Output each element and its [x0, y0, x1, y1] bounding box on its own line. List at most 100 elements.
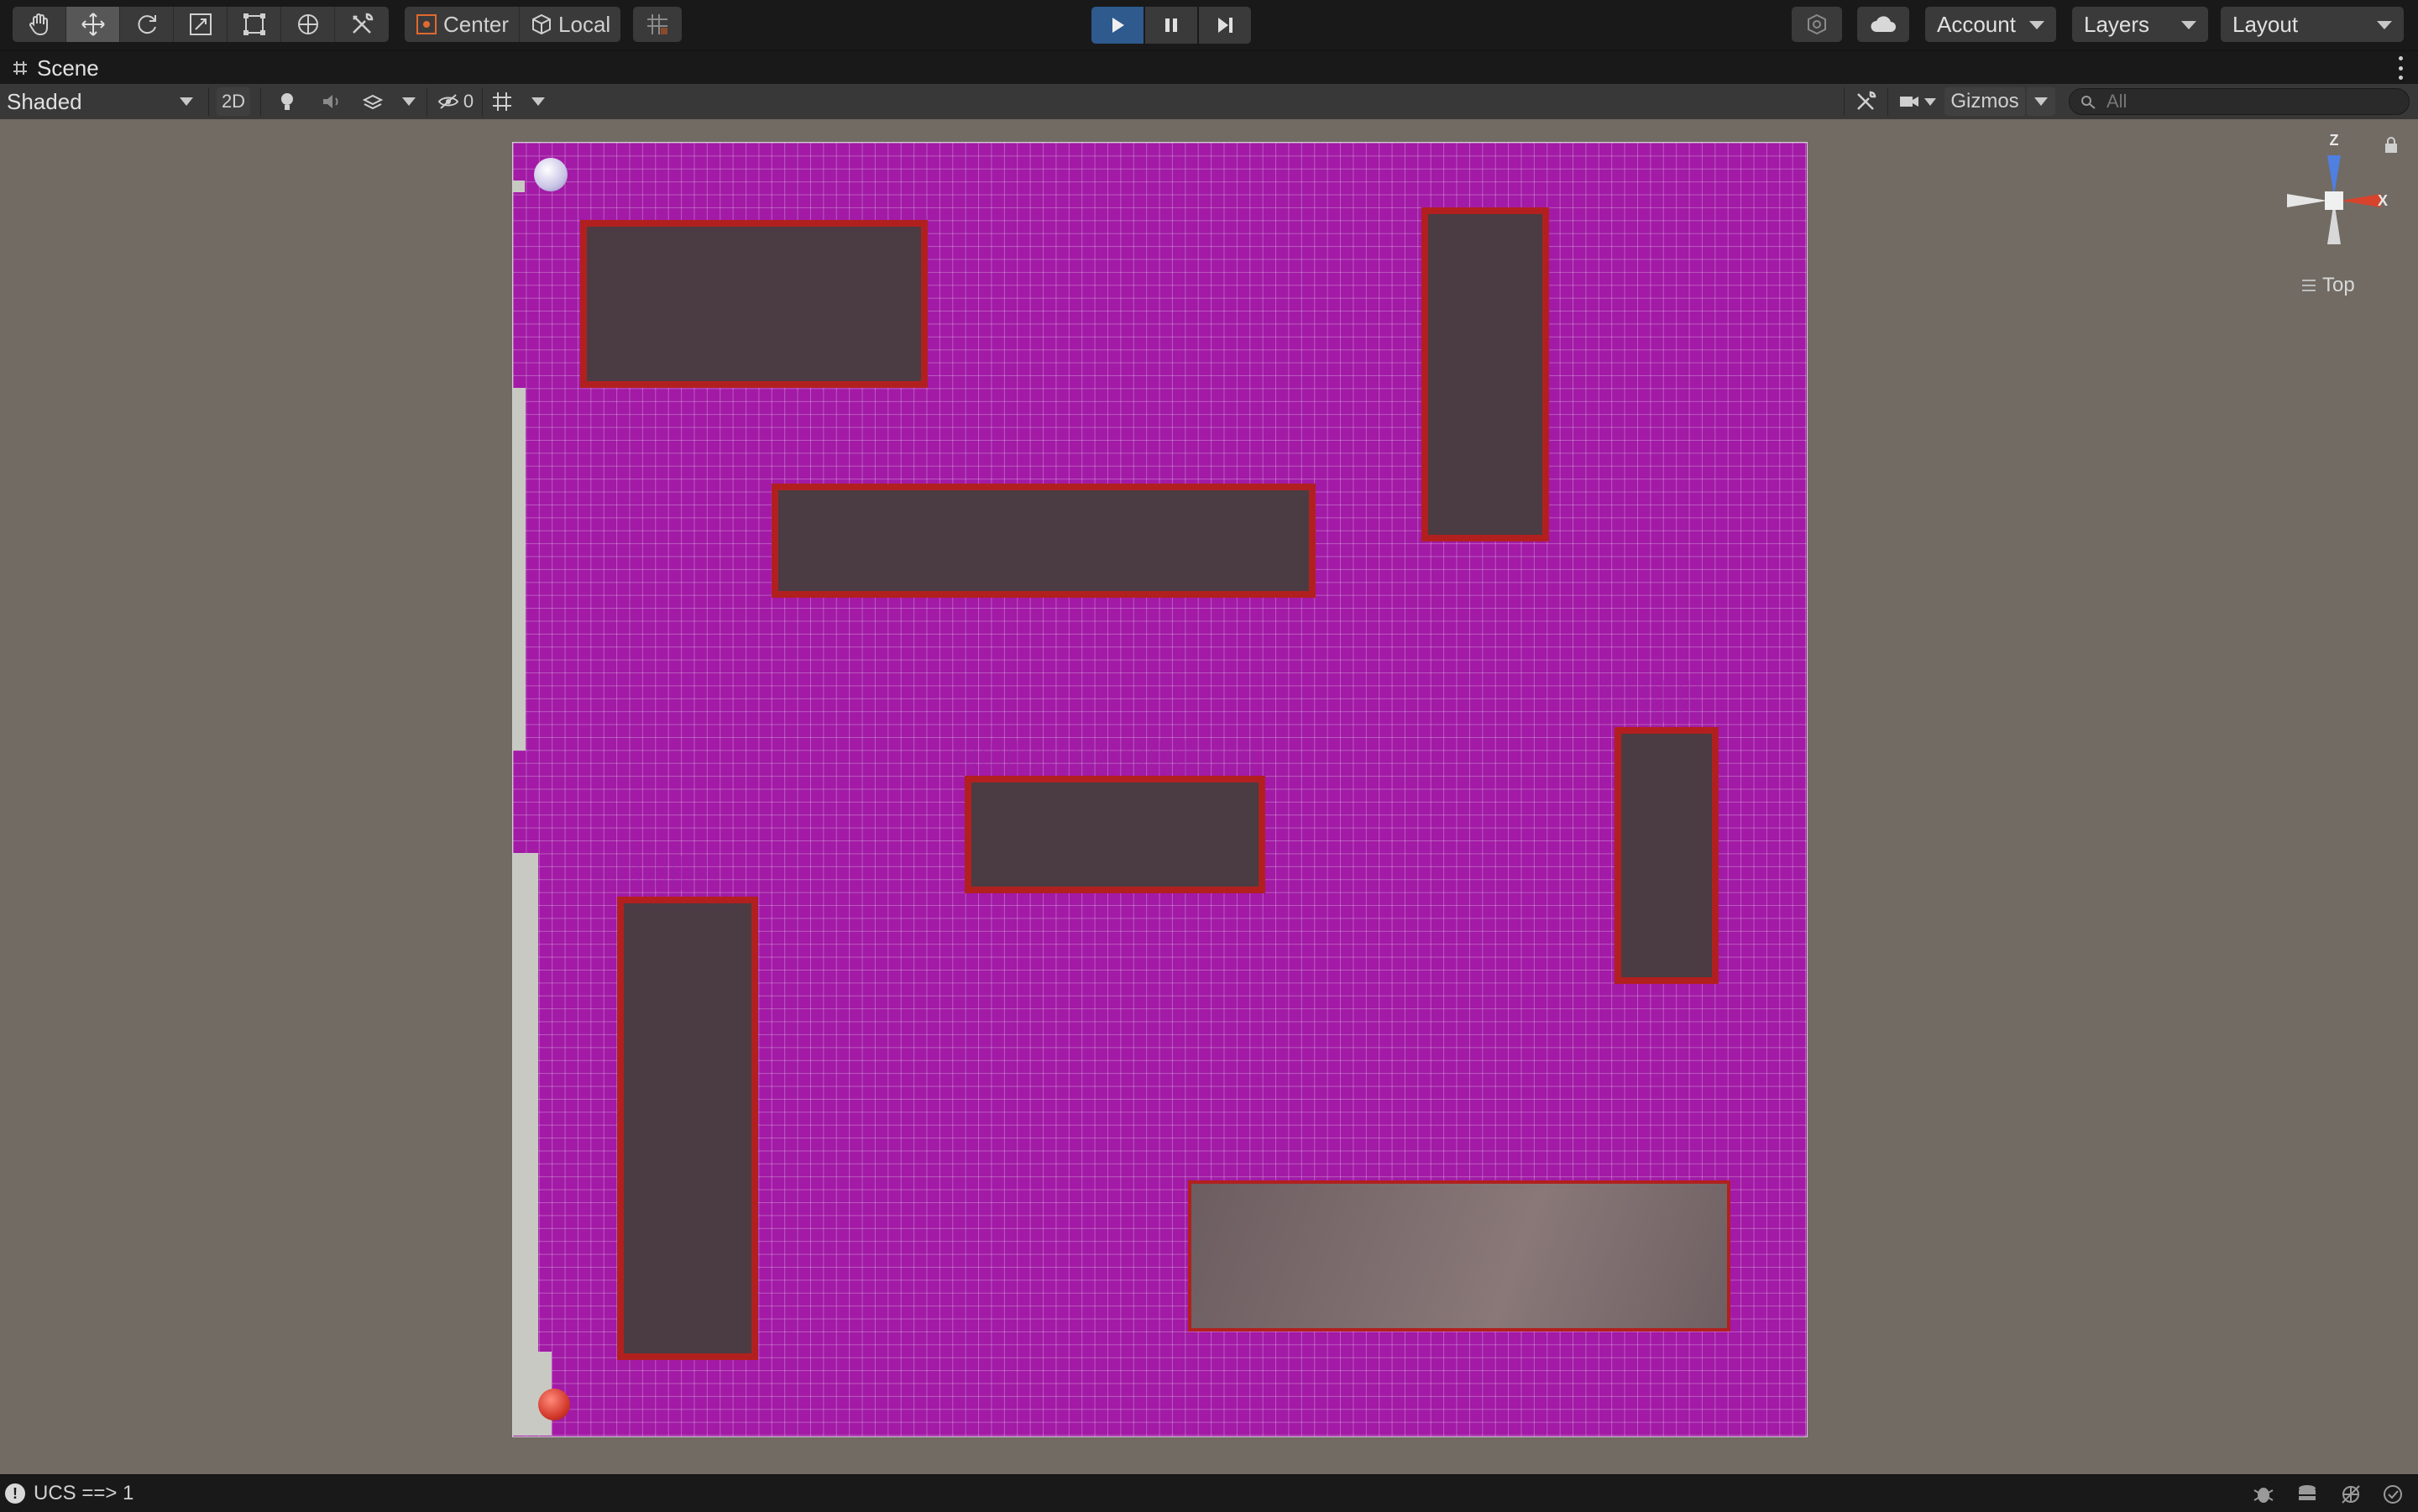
- cube-local-icon: [532, 13, 552, 35]
- hidden-objects-toggle[interactable]: 0: [432, 87, 479, 116]
- grid-dropdown[interactable]: [524, 87, 552, 116]
- camera-dropdown[interactable]: [1923, 87, 1938, 116]
- check-circle-icon[interactable]: [2381, 1483, 2405, 1505]
- custom-tools-button[interactable]: [335, 7, 389, 42]
- start-sphere[interactable]: [534, 158, 568, 191]
- grid-toggle[interactable]: [485, 87, 519, 116]
- gizmo-center-cube[interactable]: [2325, 191, 2343, 210]
- collider-hint: [958, 740, 1260, 776]
- grid-snap-button[interactable]: [633, 7, 682, 42]
- collider-hint: [1596, 680, 1705, 722]
- view-orientation-text: Top: [2322, 274, 2355, 296]
- wall-block-selected[interactable]: [1188, 1180, 1730, 1332]
- scale-tool-button[interactable]: [174, 7, 228, 42]
- play-icon: [1112, 18, 1124, 33]
- shading-mode-dropdown[interactable]: Shaded: [0, 84, 202, 119]
- edge-strip-bottom-left: [513, 853, 538, 1424]
- scene-toolbar: Shaded 2D 0 Gizmos All: [0, 84, 2418, 121]
- tab-scene[interactable]: Scene: [12, 51, 99, 85]
- wall-block[interactable]: [617, 897, 758, 1360]
- info-icon: !: [5, 1483, 25, 1504]
- collider-hint: [597, 856, 723, 890]
- chevron-down-icon: [2029, 21, 2044, 29]
- move-tool-button[interactable]: [66, 7, 120, 42]
- mode-2d-toggle[interactable]: 2D: [217, 87, 250, 116]
- cache-server-icon[interactable]: [2295, 1483, 2319, 1505]
- transform-tool-button[interactable]: [281, 7, 335, 42]
- camera-button[interactable]: [1892, 87, 1926, 116]
- rotate-tool-button[interactable]: [120, 7, 174, 42]
- goal-sphere[interactable]: [538, 1389, 570, 1420]
- cloud-icon: [1871, 16, 1896, 32]
- tab-scene-label: Scene: [37, 55, 99, 81]
- layout-dropdown[interactable]: Layout: [2221, 7, 2404, 42]
- axis-x-cone[interactable]: [2341, 194, 2381, 207]
- step-icon: [1218, 18, 1233, 33]
- collab-button[interactable]: [1792, 7, 1842, 42]
- wall-block[interactable]: [1421, 207, 1549, 541]
- scene-search-input[interactable]: All: [2069, 88, 2410, 115]
- rotate-icon: [137, 15, 156, 34]
- speaker-icon: [323, 95, 338, 108]
- main-toolbar: Center Local Account Layers Layout: [0, 0, 2418, 50]
- wall-block[interactable]: [1615, 727, 1719, 984]
- scene-viewport[interactable]: [0, 119, 2418, 1474]
- pivot-mode-label: Center: [443, 11, 510, 37]
- window-tab-bar: Scene: [0, 50, 2418, 85]
- chevron-down-icon: [531, 97, 545, 106]
- rect-icon: [243, 13, 265, 35]
- wall-block[interactable]: [965, 776, 1265, 893]
- axis-z-label: Z: [2330, 132, 2339, 149]
- audio-toggle[interactable]: [314, 87, 348, 116]
- hand-tool-button[interactable]: [13, 7, 66, 42]
- tab-menu-button[interactable]: [2396, 56, 2405, 80]
- status-message[interactable]: UCS ==> 1: [34, 1482, 133, 1505]
- pivot-center-icon: [416, 14, 437, 34]
- effects-dropdown[interactable]: [395, 87, 423, 116]
- snap-group: [633, 7, 682, 42]
- tools-icon: [353, 13, 374, 34]
- step-button[interactable]: [1199, 7, 1251, 44]
- axis-z-cone[interactable]: [2327, 155, 2341, 196]
- hamburger-icon: [2302, 280, 2316, 291]
- effects-toggle[interactable]: [356, 87, 390, 116]
- wall-block[interactable]: [580, 220, 928, 388]
- rect-tool-button[interactable]: [228, 7, 281, 42]
- transform-icon: [297, 14, 318, 34]
- grid-icon: [493, 92, 511, 111]
- lock-icon[interactable]: [2383, 136, 2400, 154]
- cloud-button[interactable]: [1857, 7, 1909, 42]
- gizmos-dropdown[interactable]: [2027, 87, 2055, 116]
- network-icon[interactable]: [2339, 1483, 2363, 1505]
- gizmos-label: Gizmos: [1950, 90, 2019, 112]
- shading-mode-label: Shaded: [7, 88, 82, 114]
- pivot-rotation-toggle[interactable]: Local: [520, 7, 620, 42]
- pause-button[interactable]: [1145, 7, 1197, 44]
- bug-icon[interactable]: [2252, 1483, 2275, 1505]
- play-button[interactable]: [1091, 7, 1144, 44]
- camera-icon: [1900, 97, 1918, 107]
- hidden-count: 0: [463, 91, 474, 112]
- chevron-down-icon: [2181, 21, 2196, 29]
- wall-block[interactable]: [772, 484, 1316, 598]
- hand-icon: [29, 13, 48, 36]
- pause-icon: [1165, 18, 1177, 32]
- effects-layers-icon: [362, 94, 384, 110]
- lighting-toggle[interactable]: [270, 87, 304, 116]
- mode-2d-label: 2D: [221, 91, 246, 112]
- view-orientation-label[interactable]: Top: [2300, 274, 2355, 297]
- gizmos-toggle[interactable]: Gizmos: [1944, 87, 2025, 116]
- tools-icon: [1857, 91, 1876, 110]
- grid-hash-icon: [13, 61, 27, 75]
- scene-tools-button[interactable]: [1849, 87, 1882, 116]
- pivot-mode-toggle[interactable]: Center: [405, 7, 521, 42]
- layers-dropdown[interactable]: Layers: [2072, 7, 2208, 42]
- axis-neg-x-cone[interactable]: [2287, 194, 2327, 207]
- grid-snap-icon: [647, 14, 667, 34]
- search-icon: [2081, 96, 2096, 109]
- pivot-group: Center Local: [405, 7, 621, 42]
- ground-plane[interactable]: [512, 142, 1808, 1437]
- orientation-gizmo[interactable]: Z X: [2280, 130, 2388, 248]
- status-bar: ! UCS ==> 1: [0, 1474, 2418, 1512]
- account-dropdown[interactable]: Account: [1925, 7, 2056, 42]
